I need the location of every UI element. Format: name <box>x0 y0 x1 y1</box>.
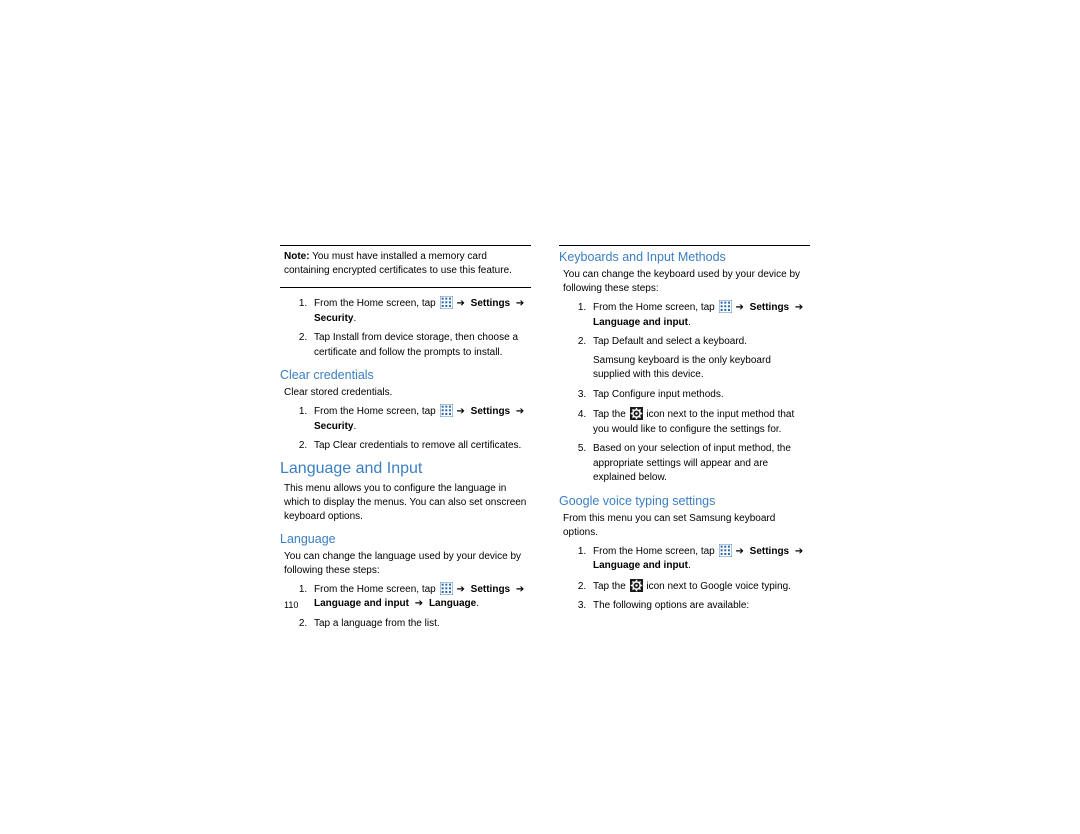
google-voice-heading: Google voice typing settings <box>559 494 810 508</box>
language-heading: Language <box>280 532 531 546</box>
gv-intro: From this menu you can set Samsung keybo… <box>559 510 810 540</box>
list-item: Tap Clear credentials to remove all cert… <box>310 439 531 454</box>
install-steps-list: From the Home screen, tap ➔ Settings ➔ S… <box>280 287 531 360</box>
right-column: Keyboards and Input Methods You can chan… <box>559 245 810 636</box>
arrow-icon: ➔ <box>415 598 423 609</box>
list-item: Tap the icon next to Google voice typing… <box>589 579 810 595</box>
list-item: From the Home screen, tap ➔ Settings ➔ L… <box>310 582 531 612</box>
arrow-icon: ➔ <box>795 546 803 557</box>
arrow-icon: ➔ <box>516 584 524 595</box>
list-item: From the Home screen, tap ➔ Settings ➔ S… <box>310 404 531 434</box>
list-item: From the Home screen, tap ➔ Settings ➔ S… <box>310 296 531 326</box>
kb-steps-list: From the Home screen, tap ➔ Settings ➔ L… <box>559 300 810 486</box>
left-column: Note: You must have installed a memory c… <box>280 245 531 636</box>
list-item: From the Home screen, tap ➔ Settings ➔ L… <box>589 544 810 574</box>
gear-icon <box>630 579 643 592</box>
apps-icon <box>440 296 453 309</box>
list-item: From the Home screen, tap ➔ Settings ➔ L… <box>589 300 810 330</box>
clear-steps-list: From the Home screen, tap ➔ Settings ➔ S… <box>280 404 531 454</box>
arrow-icon: ➔ <box>736 546 744 557</box>
list-item: Tap the icon next to the input method th… <box>589 407 810 437</box>
language-and-input-heading: Language and Input <box>280 460 531 478</box>
keyboards-heading: Keyboards and Input Methods <box>559 250 810 264</box>
arrow-icon: ➔ <box>457 584 465 595</box>
list-item: Tap Configure input methods. <box>589 388 810 403</box>
arrow-icon: ➔ <box>736 302 744 313</box>
list-item: Based on your selection of input method,… <box>589 442 810 486</box>
apps-icon <box>719 300 732 313</box>
gear-icon <box>630 407 643 420</box>
list-item: Tap a language from the list. <box>310 617 531 632</box>
list-item: Tap Default and select a keyboard. Samsu… <box>589 335 810 383</box>
lang-input-intro: This menu allows you to configure the la… <box>280 480 531 524</box>
list-item: Tap Install from device storage, then ch… <box>310 331 531 360</box>
arrow-icon: ➔ <box>457 406 465 417</box>
manual-page: Note: You must have installed a memory c… <box>280 245 810 636</box>
note-text: You must have installed a memory card co… <box>284 251 512 276</box>
apps-icon <box>719 544 732 557</box>
arrow-icon: ➔ <box>516 298 524 309</box>
note-paragraph: Note: You must have installed a memory c… <box>280 250 531 277</box>
list-item: The following options are available: <box>589 599 810 614</box>
apps-icon <box>440 404 453 417</box>
arrow-icon: ➔ <box>516 406 524 417</box>
clear-credentials-heading: Clear credentials <box>280 368 531 382</box>
apps-icon <box>440 582 453 595</box>
note-label: Note: <box>284 251 310 262</box>
gv-steps-list: From the Home screen, tap ➔ Settings ➔ L… <box>559 544 810 614</box>
arrow-icon: ➔ <box>795 302 803 313</box>
lang-intro: You can change the language used by your… <box>280 548 531 578</box>
arrow-icon: ➔ <box>457 298 465 309</box>
clear-intro: Clear stored credentials. <box>280 384 531 400</box>
language-steps-list: From the Home screen, tap ➔ Settings ➔ L… <box>280 582 531 632</box>
kb-intro: You can change the keyboard used by your… <box>559 266 810 296</box>
page-number: 110 <box>284 600 298 610</box>
